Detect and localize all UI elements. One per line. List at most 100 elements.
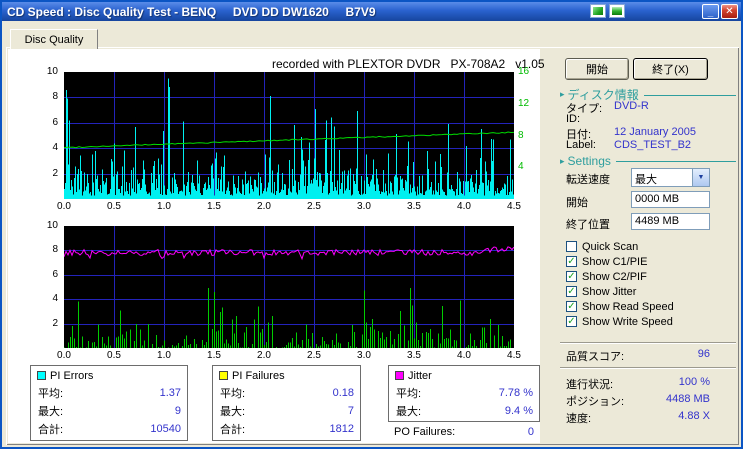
settings-header-label: Settings xyxy=(567,154,611,168)
speed-value: 4.88 X xyxy=(678,410,710,422)
pi-errors-swatch-icon xyxy=(37,371,46,380)
start-button[interactable]: 開始 xyxy=(565,58,629,80)
axis-tick-label: 3.0 xyxy=(357,201,371,212)
start-position-label: 開始 xyxy=(566,197,588,209)
stat-label: 合計: xyxy=(220,424,246,436)
axis-tick-label: 6 xyxy=(52,268,58,280)
disc-id-row: ID: xyxy=(566,113,738,125)
start-position-input[interactable]: 0000 MB xyxy=(631,191,710,208)
stat-row: 平均: 1.37 xyxy=(37,384,181,402)
checkbox-icon[interactable]: ✓ xyxy=(566,256,577,267)
tab-disc-quality[interactable]: Disc Quality xyxy=(10,29,98,49)
axis-tick-label: 1.5 xyxy=(207,201,221,212)
speed-label: 速度: xyxy=(566,413,592,425)
separator xyxy=(560,367,736,369)
pie-chart-speed-axis: 16 12 8 4 xyxy=(516,66,538,199)
speed-row: 速度: 4.88 X xyxy=(566,410,710,426)
checkbox-icon[interactable]: ✓ xyxy=(566,316,577,327)
checkbox-show-c1-pie[interactable]: ✓ Show C1/PIE xyxy=(566,255,647,268)
stat-row: 平均: 0.18 xyxy=(219,384,354,402)
axis-tick-label: 1.5 xyxy=(207,350,221,361)
disc-id-label: ID: xyxy=(566,113,581,125)
axis-tick-label: 4 xyxy=(52,142,58,154)
transfer-speed-label: 転送速度 xyxy=(566,174,610,186)
titlebar[interactable]: CD Speed : Disc Quality Test - BENQ DVD … xyxy=(2,2,741,21)
progress-label: 進行状況: xyxy=(566,379,614,391)
checkbox-quick-scan[interactable]: ✓ Quick Scan xyxy=(566,240,638,253)
po-failures-value: 0 xyxy=(527,426,534,438)
checkbox-label: Show Read Speed xyxy=(582,300,674,313)
axis-tick-label: 8 xyxy=(518,129,524,141)
jitter-swatch-icon xyxy=(395,371,404,380)
stat-row: 最大: 9 xyxy=(37,402,181,420)
checkbox-icon[interactable]: ✓ xyxy=(566,301,577,312)
disc-label-label: Label: xyxy=(566,139,596,151)
checkbox-show-read-speed[interactable]: ✓ Show Read Speed xyxy=(566,300,674,313)
stat-value: 7 xyxy=(347,405,354,417)
axis-tick-label: 12 xyxy=(518,97,530,109)
checkbox-show-c2-pif[interactable]: ✓ Show C2/PIF xyxy=(566,270,647,283)
quality-score-value: 96 xyxy=(697,348,710,360)
stat-label: 最大: xyxy=(38,406,64,418)
checkbox-icon[interactable]: ✓ xyxy=(566,271,577,282)
pie-chart-plot xyxy=(64,72,514,199)
axis-tick-label: 6 xyxy=(52,116,58,128)
axis-tick-label: 10 xyxy=(46,66,58,77)
stat-value: 10540 xyxy=(150,423,181,435)
axis-tick-label: 4 xyxy=(52,293,58,305)
end-position-input[interactable]: 4489 MB xyxy=(631,213,710,230)
position-value: 4488 MB xyxy=(665,393,710,405)
section-rule xyxy=(615,161,736,162)
titlebar-icons xyxy=(590,4,625,18)
pi-failures-title: PI Failures xyxy=(232,369,285,382)
tab-label: Disc Quality xyxy=(24,33,84,46)
stat-row: 最大: 9.4 % xyxy=(395,402,533,420)
axis-tick-label: 16 xyxy=(518,66,530,77)
transfer-speed-value: 最大 xyxy=(635,174,657,186)
axis-tick-label: 0.5 xyxy=(107,201,121,212)
settings-header: ▸ Settings xyxy=(560,154,736,168)
disc-label-row: Label: CDS_TEST_B2 xyxy=(566,139,738,151)
position-row: ポジション: 4488 MB xyxy=(566,393,710,409)
pie-chart-y-axis: 10 8 6 4 2 xyxy=(32,66,58,199)
axis-tick-label: 4 xyxy=(518,161,524,173)
disc-mini-icon[interactable] xyxy=(609,4,625,18)
checkbox-icon[interactable]: ✓ xyxy=(566,241,577,252)
axis-tick-label: 2.0 xyxy=(257,350,271,361)
position-label: ポジション: xyxy=(566,396,625,408)
axis-tick-label: 2.5 xyxy=(307,201,321,212)
section-arrow-icon: ▸ xyxy=(560,155,565,166)
checkbox-show-jitter[interactable]: ✓ Show Jitter xyxy=(566,285,636,298)
checkbox-show-write-speed[interactable]: ✓ Show Write Speed xyxy=(566,315,673,328)
pif-chart-y-axis: 10 8 6 4 2 xyxy=(32,220,58,348)
dropdown-arrow-icon[interactable]: ▼ xyxy=(692,169,709,186)
checkbox-icon[interactable]: ✓ xyxy=(566,286,577,297)
stat-row: 合計: 1812 xyxy=(219,420,354,438)
separator xyxy=(560,342,736,344)
pi-failures-swatch-icon xyxy=(219,371,228,380)
stat-label: 最大: xyxy=(396,406,422,418)
stat-value: 1812 xyxy=(329,423,354,435)
axis-tick-label: 3.5 xyxy=(407,201,421,212)
pie-chart-x-axis: 0.0 0.5 1.0 1.5 2.0 2.5 3.0 3.5 4.0 4.5 xyxy=(57,201,521,213)
quality-score-label: 品質スコア: xyxy=(566,351,625,363)
close-button[interactable]: ✕ xyxy=(721,4,738,19)
chart-mini-icon[interactable] xyxy=(590,4,606,18)
axis-tick-label: 4.5 xyxy=(507,201,521,212)
stat-label: 最大: xyxy=(220,406,246,418)
axis-tick-label: 0.0 xyxy=(57,350,71,361)
transfer-speed-select[interactable]: 最大 ▼ xyxy=(631,168,710,187)
minimize-button[interactable]: _ xyxy=(702,4,719,19)
minimize-icon: _ xyxy=(707,7,714,18)
axis-tick-label: 4.0 xyxy=(457,350,471,361)
stat-value: 9.4 % xyxy=(504,405,533,417)
axis-tick-label: 10 xyxy=(46,220,58,231)
pi-errors-title: PI Errors xyxy=(50,369,94,382)
axis-tick-label: 3.0 xyxy=(357,350,371,361)
axis-tick-label: 0.0 xyxy=(57,201,71,212)
window-title: CD Speed : Disc Quality Test - BENQ DVD … xyxy=(7,4,376,19)
pi-failures-box: PI Failures 平均: 0.18 最大: 7 合計: 1812 xyxy=(212,365,361,441)
exit-button[interactable]: 終了(X) xyxy=(633,58,708,80)
progress-value: 100 % xyxy=(678,376,710,388)
section-rule xyxy=(643,94,736,96)
